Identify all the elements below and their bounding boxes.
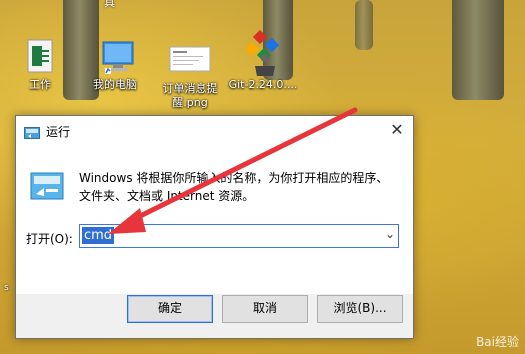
annotation-arrow-icon	[108, 107, 358, 234]
watermark: Bai经验	[476, 335, 519, 349]
